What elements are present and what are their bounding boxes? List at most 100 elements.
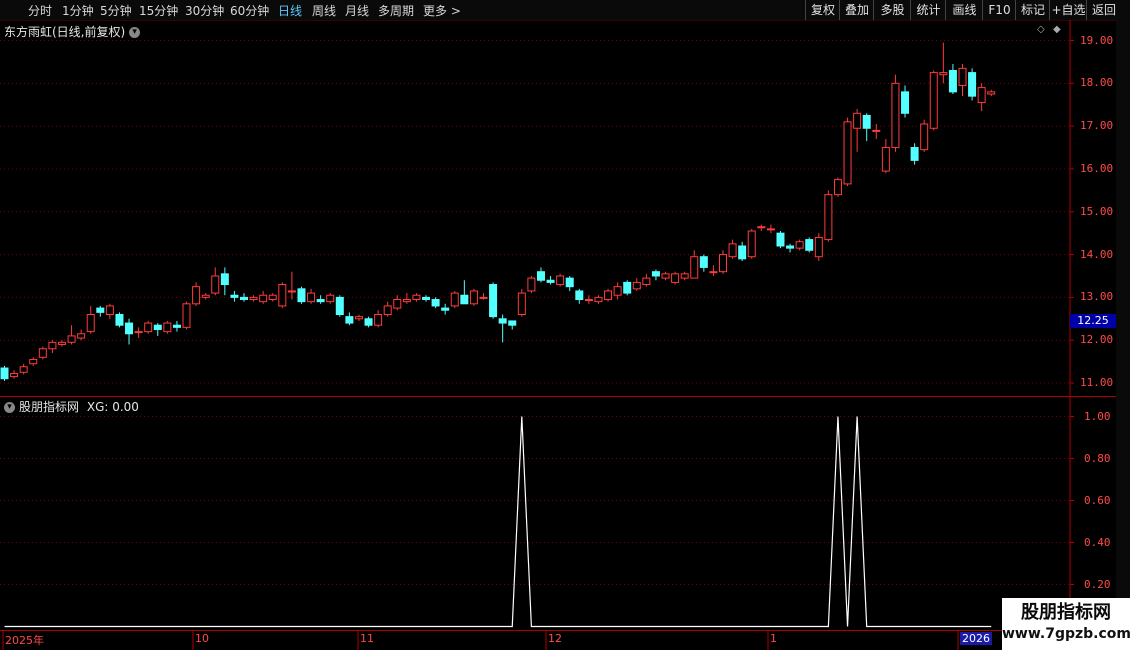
candle-body: [776, 232, 785, 247]
candle-body: [565, 277, 574, 288]
candle-body: [968, 72, 977, 97]
candle-body: [680, 273, 689, 279]
price-tick-label: 12.00: [1080, 333, 1114, 347]
candle-body: [412, 294, 421, 301]
candle-body: [96, 307, 105, 313]
candle-body: [134, 331, 143, 334]
watermark-url: www.7gpzb.com: [1002, 626, 1130, 642]
candle-body: [29, 358, 38, 365]
candle-body: [10, 373, 19, 378]
indicator-tick-label: 0.80: [1084, 451, 1111, 465]
candle-body: [795, 241, 804, 249]
candle-body: [872, 129, 881, 132]
candle-body: [929, 72, 938, 129]
candle-body: [287, 290, 296, 293]
candle-body: [920, 123, 929, 151]
candle-body: [57, 341, 66, 345]
candle-body: [536, 271, 545, 281]
date-label: 1: [770, 632, 777, 645]
candle-body: [393, 299, 402, 309]
candle-body: [977, 87, 986, 104]
candle-body: [508, 320, 517, 326]
site-watermark: 股朋指标网 www.7gpzb.com: [1002, 598, 1130, 650]
candle-body: [642, 277, 651, 286]
candle-body: [948, 69, 957, 93]
candle-body: [19, 366, 28, 373]
signal-line: [4, 416, 992, 628]
candle-body: [402, 299, 411, 303]
price-tick-label: 11.00: [1080, 376, 1114, 389]
candle-body: [987, 91, 996, 95]
candle-body: [584, 299, 593, 302]
candle-body: [105, 305, 114, 315]
candle-body: [115, 314, 124, 326]
candle-body: [833, 179, 842, 196]
candle-body: [747, 230, 756, 258]
price-tick-label: 16.00: [1080, 161, 1114, 175]
date-label: 2026: [960, 632, 992, 645]
date-label: 2025年: [5, 634, 44, 647]
diamond-icon[interactable]: ◇: [1037, 24, 1045, 35]
candle-body: [623, 281, 632, 294]
candle-body: [431, 299, 440, 307]
candle-body: [891, 82, 900, 149]
candle-body: [249, 296, 258, 301]
candle-body: [709, 271, 718, 274]
candle-body: [824, 194, 833, 241]
candle-body: [86, 314, 95, 333]
candle-body: [786, 245, 795, 249]
candle-body: [125, 322, 134, 335]
candle-body: [498, 318, 507, 324]
candle-body: [757, 226, 766, 229]
candle-body: [814, 236, 823, 258]
price-tick-label: 13.00: [1080, 290, 1114, 304]
candle-body: [489, 284, 498, 318]
candle-body: [354, 316, 363, 320]
price-tick-label: 19.00: [1080, 33, 1114, 47]
candle-body: [469, 290, 478, 305]
candle-body: [278, 284, 287, 307]
candle-body: [738, 245, 747, 260]
candle-body: [881, 147, 890, 172]
candle-body: [632, 281, 641, 290]
candle-body: [144, 322, 153, 333]
candle-body: [604, 290, 613, 301]
candle-body: [240, 296, 248, 301]
candle-body: [766, 228, 775, 231]
candle-body: [335, 296, 344, 315]
price-tick-label: 18.00: [1080, 76, 1114, 90]
candle-body: [460, 294, 469, 305]
candle-body: [661, 273, 670, 279]
candle-body: [316, 299, 325, 303]
candle-body: [345, 316, 354, 324]
candle-body: [163, 322, 172, 333]
price-tick-label: 15.00: [1080, 204, 1114, 218]
candle-body: [172, 324, 181, 328]
candle-body: [450, 292, 459, 307]
candle-body: [153, 324, 162, 330]
candle-body: [958, 67, 967, 86]
kline-chart[interactable]: [0, 0, 1130, 650]
candle-body: [843, 121, 852, 185]
candle-body: [901, 91, 910, 114]
candle-body: [220, 273, 229, 286]
candle-body: [201, 294, 210, 298]
candle-body: [182, 303, 191, 328]
candle-body: [719, 254, 727, 273]
side-panel-edge[interactable]: [1116, 20, 1130, 630]
watermark-title: 股朋指标网: [1021, 602, 1111, 623]
diamond-filled-icon[interactable]: ◆: [1053, 24, 1061, 35]
candle-body: [862, 114, 871, 129]
candle-body: [527, 277, 536, 292]
candle-body: [383, 305, 392, 315]
indicator-tick-label: 0.40: [1084, 535, 1111, 549]
price-tick-label: 17.00: [1080, 119, 1114, 133]
candle-body: [910, 147, 919, 161]
candle-body: [259, 294, 268, 303]
indicator-tick-label: 0.20: [1084, 577, 1111, 591]
date-label: 10: [195, 632, 209, 645]
candle-body: [67, 335, 76, 343]
candle-body: [853, 112, 862, 129]
candle-body: [230, 294, 239, 298]
candle-body: [651, 271, 660, 277]
